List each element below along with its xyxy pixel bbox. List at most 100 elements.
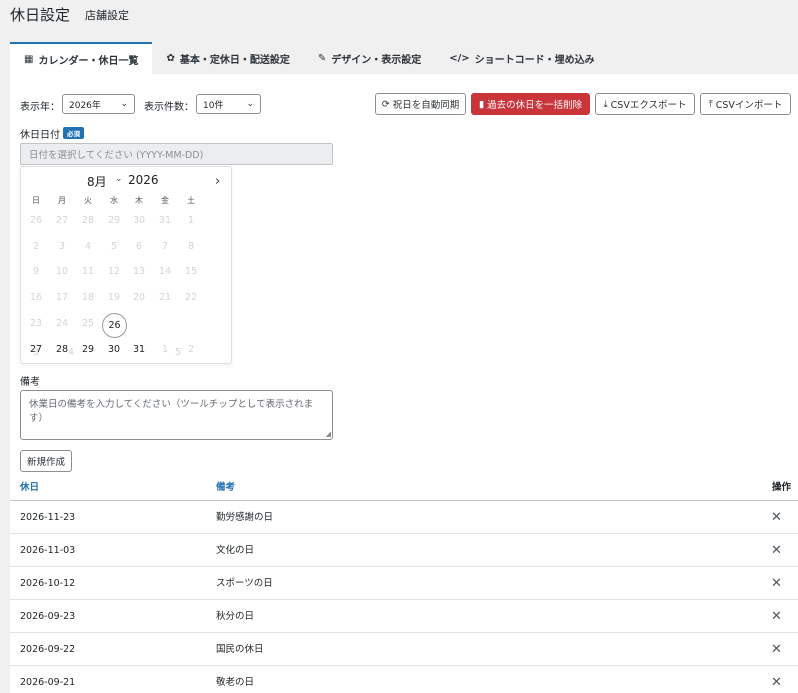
calendar-day: 8 bbox=[187, 241, 195, 252]
holiday-note: 文化の日 bbox=[216, 545, 255, 556]
calendar-day: 18 bbox=[81, 292, 95, 303]
calendar-day: 4 bbox=[67, 347, 75, 358]
calendar-day: 11 bbox=[81, 266, 95, 277]
date-label: 休日日付 bbox=[20, 130, 60, 141]
calendar-day: 19 bbox=[107, 292, 121, 303]
create-button-label: 新規作成 bbox=[26, 457, 65, 468]
holiday-date: 2026-10-12 bbox=[20, 578, 76, 589]
table-row: 2026-09-22 国民の休日 ✕ bbox=[10, 633, 798, 666]
delete-icon[interactable]: ✕ bbox=[771, 633, 782, 666]
weekday-header: 火 bbox=[84, 196, 92, 205]
delete-icon[interactable]: ✕ bbox=[771, 534, 782, 567]
calendar-day-today[interactable]: 26 bbox=[102, 313, 127, 338]
holiday-table: 休日 備考 操作 2026-11-23 勤労感謝の日 ✕ 2026-11-03 文化の日… bbox=[10, 476, 798, 693]
tab-label: 基本・定休日・配送設定 bbox=[179, 54, 290, 66]
brush-icon: ✎ bbox=[317, 52, 327, 64]
date-picker-calendar: 8月 ⌄ 2026 › 日月火水木金土 26 27 28 29 30 31 1 2 3 4 5 6 7 8 9… bbox=[20, 166, 232, 364]
code-icon: </> bbox=[449, 52, 470, 64]
calendar-day: 26 bbox=[29, 215, 43, 226]
count-label: 表示件数： bbox=[144, 102, 194, 113]
calendar-day[interactable]: 30 bbox=[102, 341, 126, 359]
calendar-day: 14 bbox=[158, 266, 172, 277]
page-header: 休日設定 店舗設定 bbox=[0, 0, 798, 30]
csv-import-label: CSVインポート bbox=[715, 100, 783, 111]
chevron-down-icon: ⌄ bbox=[246, 99, 254, 109]
calendar-day: 5 bbox=[174, 347, 182, 358]
holiday-date: 2026-11-23 bbox=[20, 512, 76, 523]
delete-past-button[interactable]: ▮ 過去の休日を一括削除 bbox=[471, 93, 590, 115]
refresh-icon: ⟳ bbox=[381, 98, 390, 110]
csv-export-button[interactable]: ⤓ CSVエクスポート bbox=[595, 93, 695, 115]
tab-basic-settings[interactable]: ✿ 基本・定休日・配送設定 bbox=[152, 42, 303, 74]
page-subtitle: 店舗設定 bbox=[85, 9, 129, 22]
calendar-day: 17 bbox=[55, 292, 69, 303]
holiday-note: 勤労感謝の日 bbox=[216, 512, 274, 523]
note-placeholder: 休業日の備考を入力してください（ツールチップとして表示されます） bbox=[29, 399, 314, 424]
sync-holidays-button[interactable]: ⟳ 祝日を自動同期 bbox=[375, 93, 466, 115]
delete-past-label: 過去の休日を一括削除 bbox=[487, 100, 583, 111]
tab-shortcode[interactable]: </> ショートコード・埋め込み bbox=[435, 42, 608, 74]
csv-import-button[interactable]: ⤒ CSVインポート bbox=[700, 93, 791, 115]
table-row: 2026-11-23 勤労感謝の日 ✕ bbox=[10, 501, 798, 534]
calendar-day: 9 bbox=[32, 266, 40, 277]
tab-label: カレンダー・休日一覧 bbox=[38, 55, 139, 67]
count-select[interactable]: 10件 ⌄ bbox=[196, 94, 261, 114]
calendar-day: 21 bbox=[158, 292, 172, 303]
calendar-day: 1 bbox=[187, 215, 195, 226]
calendar-day: 20 bbox=[132, 292, 146, 303]
calendar-day: 31 bbox=[158, 215, 172, 226]
calendar-icon: ▦ bbox=[24, 53, 34, 65]
download-icon: ⤓ bbox=[603, 98, 608, 110]
weekday-header: 土 bbox=[187, 196, 195, 205]
holiday-note: 秋分の日 bbox=[216, 611, 255, 622]
calendar-day: 12 bbox=[107, 266, 121, 277]
holiday-note: 敬老の日 bbox=[216, 677, 255, 688]
chevron-down-icon[interactable]: ⌄ bbox=[115, 174, 123, 184]
chevron-right-icon[interactable]: › bbox=[215, 174, 220, 189]
tab-label: ショートコード・埋め込み bbox=[474, 54, 595, 66]
tab-calendar[interactable]: ▦ カレンダー・休日一覧 bbox=[10, 42, 153, 74]
create-button[interactable]: 新規作成 bbox=[20, 450, 72, 472]
csv-export-label: CSVエクスポート bbox=[610, 100, 687, 111]
calendar-day: 4 bbox=[84, 241, 92, 252]
note-textarea[interactable]: 休業日の備考を入力してください（ツールチップとして表示されます） ◢ bbox=[20, 390, 333, 440]
holiday-date: 2026-09-22 bbox=[20, 644, 76, 655]
resize-handle-icon[interactable]: ◢ bbox=[326, 430, 331, 438]
calendar-month-select[interactable]: 8月 bbox=[87, 173, 107, 190]
tab-design[interactable]: ✎ デザイン・表示設定 bbox=[304, 42, 435, 74]
calendar-day: 10 bbox=[55, 266, 69, 277]
holiday-date: 2026-09-23 bbox=[20, 611, 76, 622]
holiday-date: 2026-11-03 bbox=[20, 545, 76, 556]
calendar-day: 22 bbox=[184, 292, 198, 303]
calendar-day: 6 bbox=[135, 241, 143, 252]
delete-icon[interactable]: ✕ bbox=[771, 666, 782, 693]
holiday-note: 国民の休日 bbox=[216, 644, 264, 655]
calendar-day: 30 bbox=[132, 215, 146, 226]
weekday-header: 月 bbox=[58, 196, 66, 205]
calendar-day: 24 bbox=[55, 318, 69, 329]
column-header-note[interactable]: 備考 bbox=[216, 476, 235, 500]
holiday-date: 2026-09-21 bbox=[20, 677, 76, 688]
date-input[interactable]: 日付を選択してください (YYYY-MM-DD) bbox=[20, 143, 333, 165]
calendar-day: 3 bbox=[58, 241, 66, 252]
calendar-year-input[interactable]: 2026 bbox=[128, 173, 159, 187]
calendar-day[interactable]: 31 bbox=[127, 341, 151, 359]
table-row: 2026-09-21 敬老の日 ✕ bbox=[10, 666, 798, 693]
calendar-day: 23 bbox=[29, 318, 43, 329]
calendar-day: 15 bbox=[184, 266, 198, 277]
year-label: 表示年： bbox=[20, 102, 60, 113]
delete-icon[interactable]: ✕ bbox=[771, 567, 782, 600]
weekday-header: 木 bbox=[135, 196, 143, 205]
delete-icon[interactable]: ✕ bbox=[771, 600, 782, 633]
tab-label: デザイン・表示設定 bbox=[331, 54, 422, 66]
column-header-date[interactable]: 休日 bbox=[20, 476, 39, 500]
calendar-day: 5 bbox=[110, 241, 118, 252]
year-select[interactable]: 2026年 ⌄ bbox=[62, 94, 135, 114]
calendar-day: 29 bbox=[107, 215, 121, 226]
calendar-day: 27 bbox=[55, 215, 69, 226]
delete-icon[interactable]: ✕ bbox=[771, 501, 782, 534]
gear-icon: ✿ bbox=[166, 52, 175, 64]
calendar-day: 3 bbox=[32, 347, 40, 358]
chevron-down-icon: ⌄ bbox=[120, 99, 128, 109]
note-label: 備考 bbox=[20, 377, 40, 388]
